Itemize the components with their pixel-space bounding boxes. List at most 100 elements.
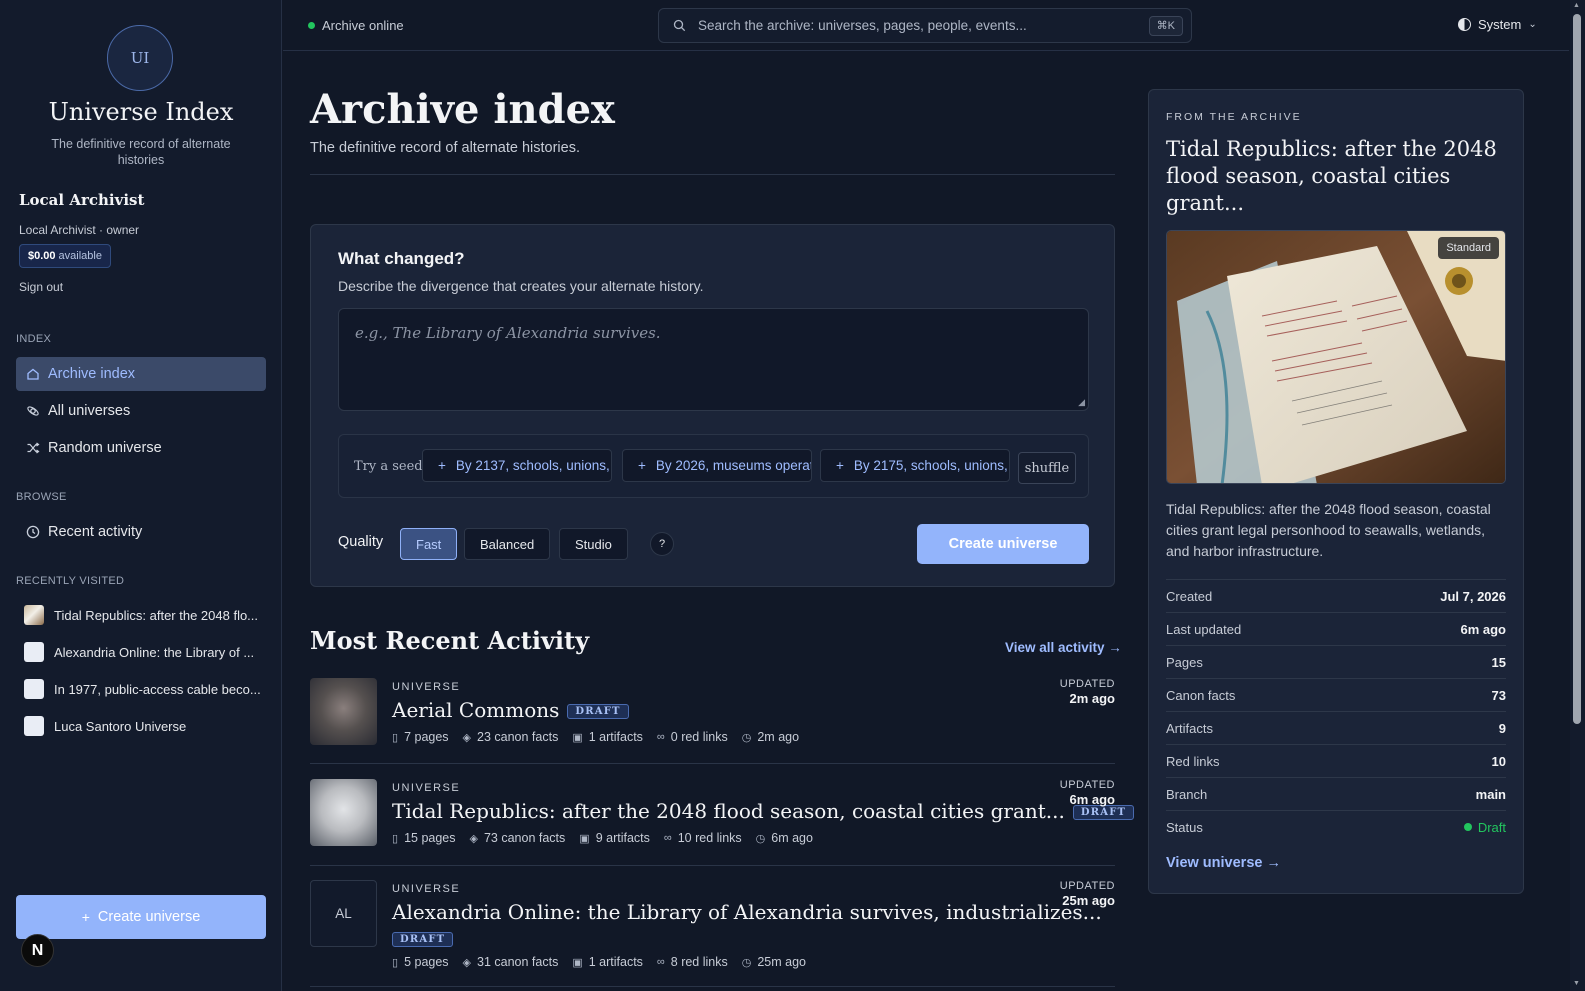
logo[interactable]: UI bbox=[107, 25, 173, 91]
time-ago: 6m ago bbox=[771, 831, 813, 845]
clock-icon: ◷ bbox=[741, 956, 752, 969]
draft-badge: DRAFT bbox=[392, 932, 454, 947]
sparkle-icon: + bbox=[438, 458, 446, 473]
activity-row[interactable]: UNIVERSE Tidal Republics: after the 2048… bbox=[310, 779, 1135, 866]
link-icon: ∞ bbox=[663, 832, 672, 844]
create-universe-button[interactable]: Create universe bbox=[917, 524, 1089, 564]
create-card-title: What changed? bbox=[338, 249, 465, 268]
button-label: Create universe bbox=[97, 909, 201, 925]
recent-item[interactable]: Luca Santoro Universe bbox=[24, 715, 264, 737]
scrollbar-thumb[interactable] bbox=[1573, 14, 1581, 724]
stat-key: Created bbox=[1166, 588, 1213, 604]
stat-value: main bbox=[1475, 786, 1506, 802]
view-universe-link[interactable]: View universe → bbox=[1166, 855, 1281, 871]
clock-icon: ◷ bbox=[755, 832, 766, 845]
resize-handle-icon[interactable]: ◢ bbox=[1078, 398, 1085, 408]
stat-key: Pages bbox=[1166, 654, 1203, 670]
stat-row: Artifacts 9 bbox=[1166, 711, 1506, 744]
nav-all-universes[interactable]: All universes bbox=[16, 394, 266, 428]
red-links-count: 10 red links bbox=[677, 831, 742, 845]
stat-value: 6m ago bbox=[1460, 621, 1506, 637]
activity-title: Most Recent Activity bbox=[310, 626, 590, 655]
universe-thumbnail bbox=[24, 605, 44, 625]
image-icon: ▣ bbox=[579, 832, 590, 845]
quality-fast-button[interactable]: Fast bbox=[400, 528, 458, 560]
featured-description: Tidal Republics: after the 2048 flood se… bbox=[1166, 501, 1491, 559]
activity-row[interactable]: UNIVERSE Aerial Commons DRAFT ▯ 7 pages ◈ 2… bbox=[310, 678, 1115, 764]
view-all-activity-link[interactable]: View all activity → bbox=[1005, 640, 1122, 655]
divergence-textarea[interactable]: e.g., The Library of Alexandria survives… bbox=[338, 308, 1089, 411]
item-title[interactable]: Tidal Republics: after the 2048 flood se… bbox=[392, 799, 1135, 823]
sidebar-create-universe-button[interactable]: + Create universe bbox=[16, 895, 266, 939]
seed-chip[interactable]: + By 2175, schools, unions, a bbox=[820, 449, 1010, 482]
item-title-text: Aerial Commons bbox=[392, 698, 560, 722]
dev-badge-icon[interactable]: N bbox=[21, 934, 54, 967]
updated-label: UPDATED bbox=[1059, 880, 1115, 892]
pages-count: 5 pages bbox=[404, 955, 449, 969]
sparkle-icon: + bbox=[836, 458, 844, 473]
stat-key: Branch bbox=[1166, 786, 1208, 802]
brand-subtitle: The definitive record of alternate histo… bbox=[51, 137, 231, 167]
scroll-down-icon[interactable]: ▼ bbox=[1573, 980, 1580, 987]
search-input[interactable]: Search the archive: universes, pages, pe… bbox=[658, 8, 1192, 43]
scroll-up-icon[interactable]: ▲ bbox=[1573, 2, 1580, 9]
recent-item[interactable]: Alexandria Online: the Library of ... bbox=[24, 641, 264, 663]
quality-help-button[interactable]: ? bbox=[650, 532, 674, 556]
balance-label: available bbox=[58, 250, 102, 262]
stat-row: Canon facts 73 bbox=[1166, 678, 1506, 711]
section-label-browse: BROWSE bbox=[16, 491, 67, 503]
seed-text: By 2026, museums operate bbox=[655, 458, 812, 473]
recent-item[interactable]: In 1977, public-access cable beco... bbox=[24, 678, 264, 700]
quality-studio-button[interactable]: Studio bbox=[559, 528, 628, 560]
sign-out-link[interactable]: Sign out bbox=[19, 280, 63, 294]
shuffle-button[interactable]: shuffle bbox=[1018, 452, 1076, 484]
nav-recent-activity[interactable]: Recent activity bbox=[16, 515, 266, 549]
activity-row[interactable]: AL UNIVERSE Alexandria Online: the Libra… bbox=[310, 880, 1115, 987]
stat-value: Jul 7, 2026 bbox=[1440, 588, 1506, 604]
updated-value: 6m ago bbox=[1069, 792, 1115, 807]
theme-select[interactable]: System ⌄ bbox=[1458, 17, 1537, 32]
stat-value: 73 bbox=[1491, 687, 1506, 703]
red-links-count: 8 red links bbox=[670, 955, 728, 969]
brand-title: Universe Index bbox=[48, 98, 234, 126]
time-ago: 25m ago bbox=[757, 955, 807, 969]
search-placeholder: Search the archive: universes, pages, pe… bbox=[698, 18, 1027, 33]
seed-chip[interactable]: + By 2137, schools, unions, a bbox=[422, 449, 612, 482]
canon-count: 73 canon facts bbox=[483, 831, 566, 845]
universe-thumbnail bbox=[310, 678, 377, 745]
balance-amount: $0.00 bbox=[28, 250, 56, 262]
quality-balanced-button[interactable]: Balanced bbox=[464, 528, 551, 560]
layers-icon: ◈ bbox=[469, 832, 478, 845]
item-title[interactable]: Alexandria Online: the Library of Alexan… bbox=[392, 900, 1102, 924]
nav-archive-index[interactable]: Archive index bbox=[16, 357, 266, 391]
image-tag: Standard bbox=[1438, 237, 1499, 259]
status-label: Archive online bbox=[322, 18, 404, 33]
stat-key: Canon facts bbox=[1166, 687, 1236, 703]
item-title[interactable]: Aerial Commons DRAFT bbox=[392, 698, 629, 722]
artifacts-count: 1 artifacts bbox=[588, 955, 643, 969]
image-icon: ▣ bbox=[572, 731, 583, 744]
nav-random-universe[interactable]: Random universe bbox=[16, 431, 266, 465]
updated-label: UPDATED bbox=[1059, 779, 1115, 791]
nav-label: Recent activity bbox=[48, 524, 143, 540]
page-icon: ▯ bbox=[392, 956, 399, 969]
pages-count: 7 pages bbox=[404, 730, 449, 744]
scrollbar[interactable]: ▲ ▼ bbox=[1570, 0, 1585, 991]
archive-status: Archive online bbox=[308, 18, 404, 33]
recent-item-label: In 1977, public-access cable beco... bbox=[54, 681, 261, 697]
seed-chip[interactable]: + By 2026, museums operate bbox=[622, 449, 812, 482]
stat-row: Status Draft bbox=[1166, 810, 1506, 843]
canon-count: 31 canon facts bbox=[477, 955, 559, 969]
item-meta: ▯ 15 pages ◈ 73 canon facts ▣ 9 artifacts ∞… bbox=[392, 831, 827, 845]
recent-item[interactable]: Tidal Republics: after the 2048 flo... bbox=[24, 604, 264, 626]
featured-image[interactable]: Standard bbox=[1166, 230, 1506, 484]
page-title: Archive index bbox=[310, 86, 615, 133]
updated-label: UPDATED bbox=[1059, 678, 1115, 690]
page-icon: ▯ bbox=[392, 731, 399, 744]
stat-value: 10 bbox=[1491, 753, 1506, 769]
divider bbox=[310, 174, 1115, 175]
time-ago: 2m ago bbox=[757, 730, 800, 744]
updated-value: 25m ago bbox=[1062, 893, 1115, 908]
featured-title[interactable]: Tidal Republics: after the 2048 flood se… bbox=[1166, 136, 1506, 217]
recent-item-label: Luca Santoro Universe bbox=[54, 718, 187, 734]
